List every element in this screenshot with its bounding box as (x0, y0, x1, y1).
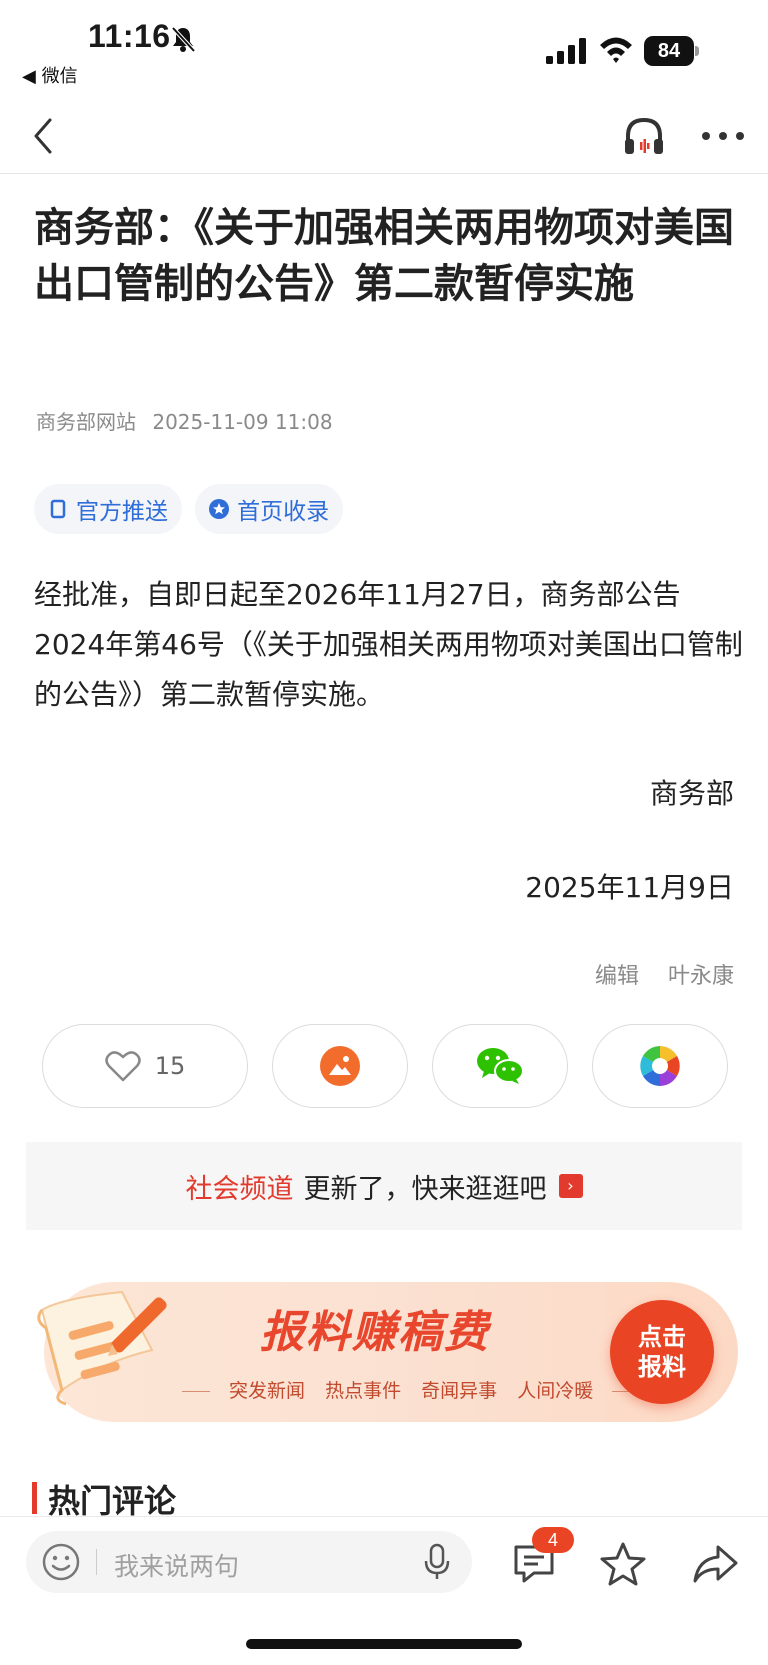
chevron-right-icon: › (558, 1174, 583, 1198)
share-wechat-button[interactable] (432, 1024, 568, 1108)
share-image-button[interactable] (272, 1024, 408, 1108)
tag-label: 首页收录 (237, 499, 330, 525)
channel-banner[interactable]: 社会频道 更新了，快来逛逛吧 › (26, 1142, 742, 1230)
like-count: 15 (154, 1052, 186, 1080)
microphone-icon[interactable] (422, 1543, 452, 1581)
heart-icon (104, 1051, 141, 1082)
report-sub-item: 人间冷暖 (517, 1380, 594, 1402)
battery-level: 84 (644, 36, 694, 66)
star-icon[interactable] (598, 1539, 648, 1589)
home-indicator (246, 1639, 522, 1649)
comment-count-badge: 4 (532, 1527, 574, 1553)
article-body: 经批准，自即日起至2026年11月27日，商务部公告2024年第46号（《关于加… (34, 578, 743, 711)
share-moments-button[interactable] (592, 1024, 728, 1108)
like-button[interactable]: 15 (42, 1024, 248, 1108)
battery-tip (695, 46, 699, 56)
divider-line (182, 1391, 210, 1392)
tag-homepage[interactable]: 首页收录 (195, 484, 344, 534)
phone-icon (50, 499, 66, 519)
more-icon[interactable] (700, 128, 746, 144)
article-editor: 编辑 叶永康 (573, 958, 734, 990)
article-tags: 官方推送 首页收录 (34, 484, 351, 534)
back-to-wechat[interactable]: ◀ 微信 (22, 62, 78, 88)
nav-bar (0, 100, 768, 174)
wechat-icon (477, 1048, 524, 1084)
editor-name: 叶永康 (667, 964, 734, 989)
bell-muted-icon (171, 26, 196, 53)
report-subtitle: 突发新闻 热点事件 奇闻异事 人间冷暖 (176, 1376, 641, 1403)
article-signature: 商务部 (649, 777, 734, 810)
signal-icon (546, 38, 586, 64)
emoji-icon[interactable] (42, 1543, 80, 1581)
comment-input[interactable]: 我来说两句 (26, 1531, 472, 1593)
report-sub-item: 突发新闻 (229, 1380, 306, 1402)
editor-label: 编辑 (594, 964, 639, 989)
report-banner[interactable]: 报料赚稿费 突发新闻 热点事件 奇闻异事 人间冷暖 点击 报料 (26, 1270, 742, 1430)
report-sub-item: 奇闻异事 (421, 1380, 498, 1402)
star-badge-icon (209, 499, 230, 519)
article-datetime: 2025-11-09 11:08 (152, 410, 333, 434)
report-title: 报料赚稿费 (260, 1307, 490, 1358)
comment-placeholder: 我来说两句 (114, 1552, 240, 1581)
battery-indicator: 84 (644, 36, 700, 66)
tag-label: 官方推送 (76, 499, 168, 525)
status-time: 11:16 (88, 18, 171, 54)
report-button-line1: 点击 (638, 1323, 686, 1351)
tag-official-push[interactable]: 官方推送 (34, 484, 182, 534)
headphone-icon[interactable] (622, 114, 666, 158)
moments-icon (640, 1046, 680, 1086)
report-sub-item: 热点事件 (325, 1380, 402, 1402)
wifi-icon (600, 37, 632, 63)
article-meta: 商务部网站 2025-11-09 11:08 (36, 406, 343, 435)
report-button-line2: 报料 (638, 1353, 686, 1381)
channel-name: 社会频道 (185, 1173, 294, 1205)
back-arrow-icon[interactable] (28, 116, 64, 156)
report-button[interactable]: 点击 报料 (610, 1300, 714, 1404)
image-share-icon (320, 1046, 360, 1086)
status-bar: 11:16 ◀ 微信 84 (0, 0, 768, 90)
article-source: 商务部网站 (36, 410, 136, 434)
channel-text: 更新了，快来逛逛吧 (303, 1173, 547, 1205)
scroll-pen-icon (37, 1290, 167, 1406)
share-icon[interactable] (690, 1539, 740, 1589)
input-divider (96, 1549, 97, 1575)
bottom-bar: 我来说两句 4 (0, 1516, 768, 1665)
article-title: 商务部：《关于加强相关两用物项对美国出口管制的公告》第二款暂停实施 (34, 205, 734, 307)
article-date: 2025年11月9日 (525, 871, 734, 904)
